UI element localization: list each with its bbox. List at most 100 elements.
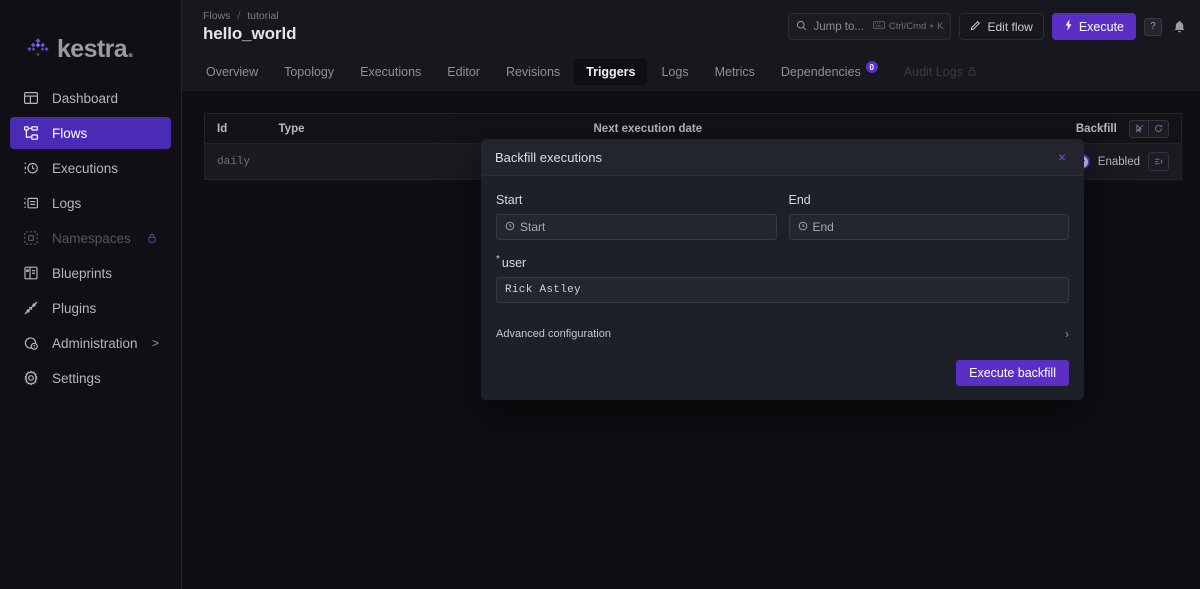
breadcrumb-flows[interactable]: Flows: [203, 10, 230, 22]
edit-flow-label: Edit flow: [987, 19, 1033, 34]
tab-label: Audit Logs: [903, 65, 963, 79]
sidebar-item-namespaces[interactable]: Namespaces: [10, 222, 171, 254]
main-content: Flows / tutorial hello_world Jump to...: [182, 0, 1200, 589]
execute-label: Execute: [1078, 19, 1124, 34]
lightning-icon: [1064, 19, 1073, 34]
end-input[interactable]: End: [788, 214, 1069, 240]
tab-label: Revisions: [505, 65, 561, 79]
sidebar-item-executions[interactable]: Executions: [10, 152, 171, 184]
backfill-modal: Backfill executions × Start Start End En…: [481, 139, 1084, 401]
help-icon[interactable]: ?: [1144, 17, 1162, 36]
blueprints-icon: [22, 265, 39, 282]
keyboard-icon: [872, 21, 885, 32]
modal-footer: Execute backfill: [496, 360, 1069, 387]
tab-audit-logs: Audit Logs: [892, 59, 988, 85]
start-field-group: Start Start: [496, 193, 777, 240]
breadcrumb-namespace[interactable]: tutorial: [247, 10, 279, 22]
sidebar-item-label: Executions: [52, 160, 119, 176]
execute-backfill-button[interactable]: Execute backfill: [956, 360, 1069, 387]
sidebar-item-label: Logs: [52, 195, 82, 211]
execute-button[interactable]: Execute: [1051, 13, 1136, 40]
brand-name: kestra.: [57, 34, 134, 63]
pencil-icon: [970, 20, 981, 34]
page-title: hello_world: [203, 23, 297, 43]
tab-dependencies[interactable]: Dependencies 0: [769, 59, 890, 85]
brand-logo[interactable]: kestra.: [0, 0, 181, 70]
logs-icon: [22, 195, 39, 212]
tab-label: Overview: [206, 65, 259, 79]
tab-label: Dependencies: [780, 65, 861, 79]
enabled-label: Enabled: [1097, 155, 1140, 168]
user-input-value: Rick Astley: [505, 284, 581, 297]
executions-icon: [22, 160, 39, 177]
sidebar-item-logs[interactable]: Logs: [10, 187, 171, 219]
chevron-right-icon: >: [151, 336, 159, 350]
refresh-icon[interactable]: [1149, 119, 1169, 138]
help-label: ?: [1150, 21, 1156, 32]
tab-triggers[interactable]: Triggers: [574, 59, 648, 85]
topbar-actions: Jump to... Ctrl/Cmd + K Edit flow Execut…: [788, 13, 1188, 40]
search-input[interactable]: Jump to... Ctrl/Cmd + K: [788, 13, 952, 40]
sidebar-nav: Dashboard Flows Executions Logs Namespac…: [0, 82, 181, 394]
start-label: Start: [496, 193, 523, 207]
dependencies-badge: 0: [865, 61, 878, 73]
edit-flow-button[interactable]: Edit flow: [959, 13, 1044, 40]
topbar: Flows / tutorial hello_world Jump to...: [182, 0, 1200, 54]
modal-body: Start Start End End * user Rick Astley A…: [481, 176, 1084, 400]
tab-bar: Overview Topology Executions Editor Revi…: [182, 54, 1200, 91]
close-icon[interactable]: ×: [1054, 148, 1070, 166]
sidebar-item-label: Dashboard: [52, 90, 119, 106]
tab-editor[interactable]: Editor: [435, 59, 492, 85]
row-actions-icon[interactable]: [1148, 152, 1169, 171]
sidebar-item-flows[interactable]: Flows: [10, 117, 171, 149]
sidebar-item-dashboard[interactable]: Dashboard: [10, 82, 171, 114]
bell-icon[interactable]: [1170, 18, 1188, 36]
start-input[interactable]: Start: [496, 214, 777, 240]
tab-label: Metrics: [714, 65, 755, 79]
sidebar-item-label: Flows: [52, 125, 88, 141]
clock-icon: [505, 220, 515, 234]
search-shortcut: Ctrl/Cmd + K: [872, 21, 943, 32]
user-input[interactable]: Rick Astley: [496, 277, 1069, 304]
tab-label: Executions: [360, 65, 422, 79]
tab-metrics[interactable]: Metrics: [703, 59, 767, 85]
administration-icon: [22, 335, 39, 352]
sidebar-item-plugins[interactable]: Plugins: [10, 292, 171, 324]
sidebar-item-blueprints[interactable]: Blueprints: [10, 257, 171, 289]
backfill-header-actions: [1129, 119, 1169, 138]
sidebar-item-settings[interactable]: Settings: [10, 362, 171, 394]
tab-topology[interactable]: Topology: [272, 59, 346, 85]
plugins-icon: [22, 300, 39, 317]
cell-id: daily: [204, 143, 267, 180]
chevron-right-icon: ›: [1065, 327, 1069, 342]
column-header-backfill-label: Backfill: [1075, 122, 1117, 135]
advanced-configuration-label: Advanced configuration: [496, 328, 611, 341]
clock-icon: [798, 220, 808, 234]
tab-label: Logs: [661, 65, 689, 79]
sidebar-item-label: Blueprints: [52, 265, 113, 281]
column-header-id[interactable]: Id: [204, 113, 267, 144]
tab-label: Topology: [284, 65, 335, 79]
breadcrumb: Flows / tutorial hello_world: [182, 10, 296, 44]
search-icon: [796, 20, 807, 34]
sidebar-item-label: Plugins: [52, 300, 97, 316]
tab-revisions[interactable]: Revisions: [494, 59, 572, 85]
sidebar-item-administration[interactable]: Administration >: [10, 327, 171, 359]
required-mark: *: [496, 254, 500, 265]
start-placeholder-text: Start: [520, 220, 546, 234]
lock-icon: [968, 65, 976, 79]
user-label: * user: [496, 254, 1069, 270]
app-root: kestra. Dashboard Flows Executions Logs …: [0, 0, 1200, 589]
tab-logs[interactable]: Logs: [649, 59, 700, 85]
breadcrumb-separator: /: [237, 9, 241, 22]
dashboard-icon: [22, 90, 39, 107]
flows-icon: [22, 125, 39, 142]
tab-overview[interactable]: Overview: [194, 59, 270, 85]
advanced-configuration-toggle[interactable]: Advanced configuration ›: [496, 327, 1069, 343]
sidebar-item-label: Administration: [52, 335, 138, 351]
cursor-select-icon[interactable]: [1129, 119, 1149, 138]
tab-executions[interactable]: Executions: [348, 59, 433, 85]
end-placeholder-text: End: [812, 220, 834, 234]
search-placeholder-text: Jump to...: [813, 20, 864, 33]
kestra-logo-icon: [26, 38, 50, 60]
